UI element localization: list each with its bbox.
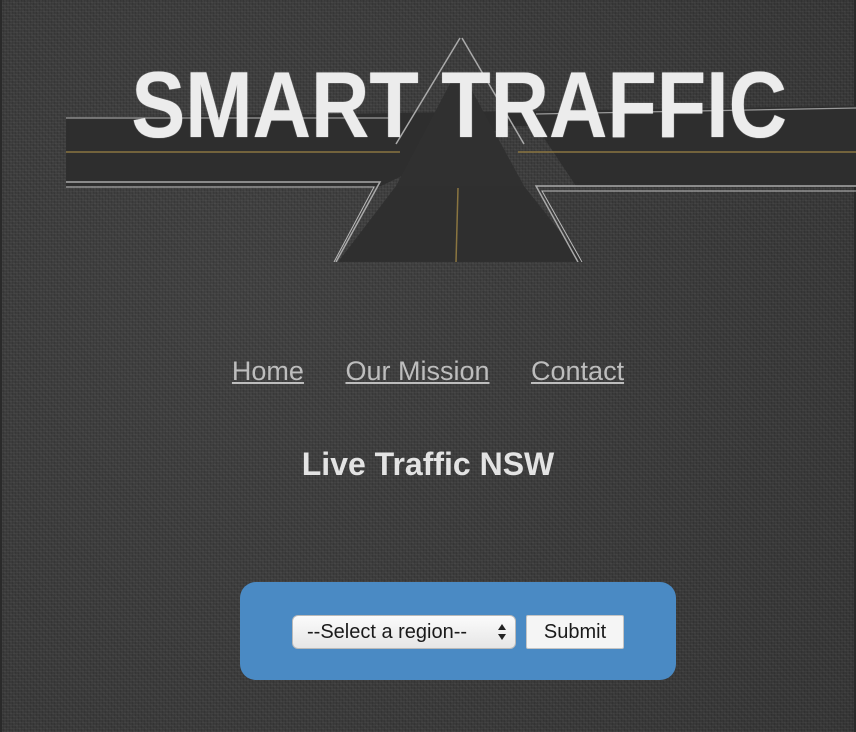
road-surface bbox=[338, 186, 584, 262]
road-line-lower-right-outer bbox=[534, 185, 856, 262]
submit-button[interactable]: Submit bbox=[526, 615, 624, 649]
road-line-lower-left-outer bbox=[66, 181, 382, 262]
smart-traffic-banner: SMART TRAFFIC bbox=[66, 36, 856, 262]
region-select-value: --Select a region-- bbox=[307, 621, 468, 643]
up-down-arrows-icon bbox=[498, 624, 506, 640]
nav-link-our-mission[interactable]: Our Mission bbox=[345, 356, 489, 386]
region-form-panel: --Select a region-- Submit bbox=[240, 582, 676, 680]
road-line-lower-right-inner bbox=[541, 190, 856, 262]
page-heading: Live Traffic NSW bbox=[301, 446, 555, 482]
region-select[interactable]: --Select a region-- bbox=[292, 615, 516, 649]
main-nav: Home Our Mission Contact bbox=[0, 356, 856, 387]
nav-link-contact[interactable]: Contact bbox=[531, 356, 624, 386]
road-line-lower-left-inner bbox=[66, 186, 375, 262]
nav-link-home[interactable]: Home bbox=[232, 356, 304, 386]
banner-title: SMART TRAFFIC bbox=[131, 52, 787, 157]
